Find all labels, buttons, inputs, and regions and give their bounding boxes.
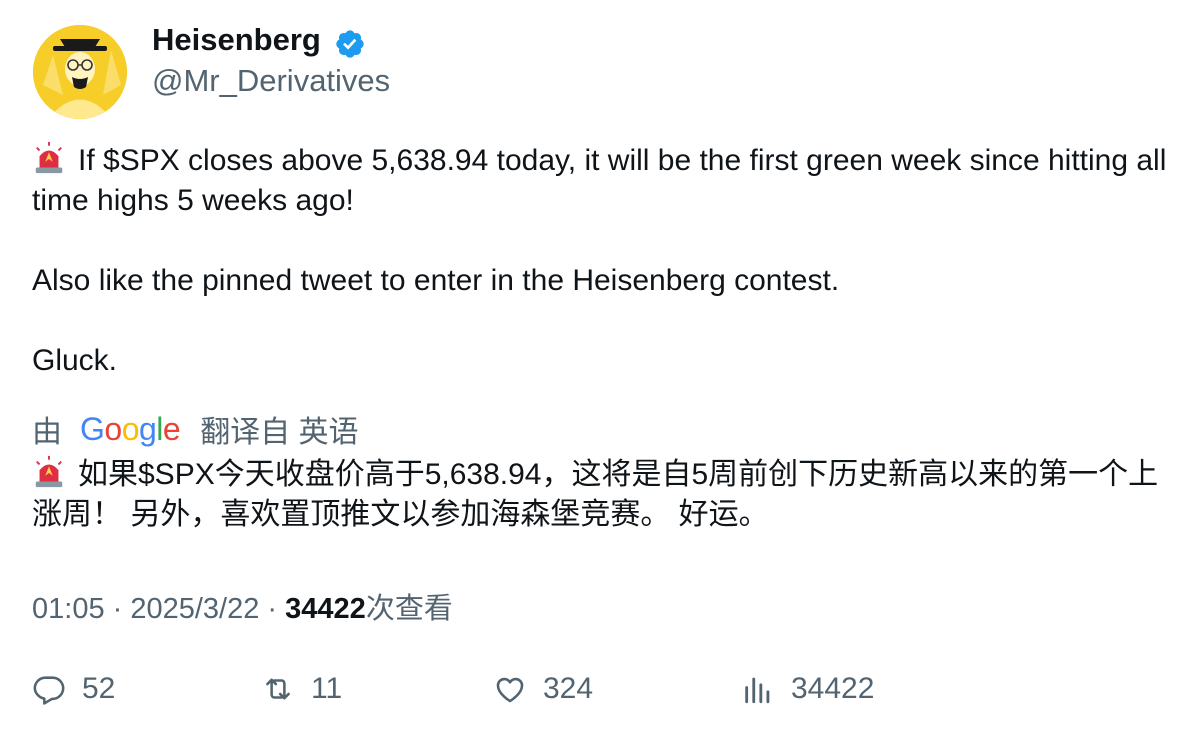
meta-separator: · (259, 593, 286, 625)
reply-count: 52 (82, 672, 116, 705)
views-button[interactable]: 34422 (741, 672, 874, 706)
author-handle[interactable]: @Mr_Derivatives (152, 63, 390, 99)
tweet-time[interactable]: 01:05 (32, 593, 105, 625)
retweet-count: 11 (311, 672, 343, 705)
google-logo: Google (80, 410, 181, 447)
reply-button[interactable]: 52 (32, 672, 115, 706)
retweet-button[interactable]: 11 (261, 672, 342, 706)
like-count: 324 (543, 672, 594, 705)
tweet-line-1-text: If $SPX closes above 5,638.94 today, it … (32, 144, 1167, 217)
view-count: 34422 (285, 593, 366, 625)
author-name[interactable]: Heisenberg (152, 22, 321, 58)
view-count-suffix: 次查看 (365, 593, 453, 625)
meta-separator: · (104, 593, 131, 625)
translated-text-body: 如果$SPX今天收盘价高于5,638.94，这将是自5周前创下历史新高以来的第一… (32, 458, 1159, 531)
siren-icon (35, 141, 63, 174)
retweet-icon (266, 678, 290, 700)
translated-text: 如果$SPX今天收盘价高于5,638.94，这将是自5周前创下历史新高以来的第一… (32, 455, 1172, 535)
siren-icon (35, 455, 63, 488)
translation-by-label: 由 (32, 416, 62, 449)
tweet-date[interactable]: 2025/3/22 (130, 593, 259, 625)
avatar[interactable] (33, 25, 127, 119)
reply-icon (33, 676, 65, 705)
action-bar: 52 11 324 34422 (0, 672, 1196, 712)
verified-badge-icon (336, 30, 364, 58)
heisenberg-avatar (33, 25, 127, 119)
tweet-line-3: Gluck. (32, 344, 118, 377)
like-button[interactable]: 324 (493, 672, 593, 706)
analytics-icon (745, 677, 770, 704)
translated-from-label[interactable]: 翻译自 英语 (200, 407, 358, 451)
heart-icon (496, 677, 524, 703)
tweet-line-2: Also like the pinned tweet to enter in t… (32, 264, 840, 297)
translation-attribution: 由 Google 翻译自 英语 (32, 407, 359, 451)
views-count: 34422 (791, 672, 875, 705)
tweet-meta: 01:05 · 2025/3/22 · 34422次查看 (32, 585, 453, 627)
tweet-text: If $SPX closes above 5,638.94 today, it … (32, 141, 1172, 381)
tweet-line-1: If $SPX closes above 5,638.94 today, it … (32, 141, 1172, 221)
